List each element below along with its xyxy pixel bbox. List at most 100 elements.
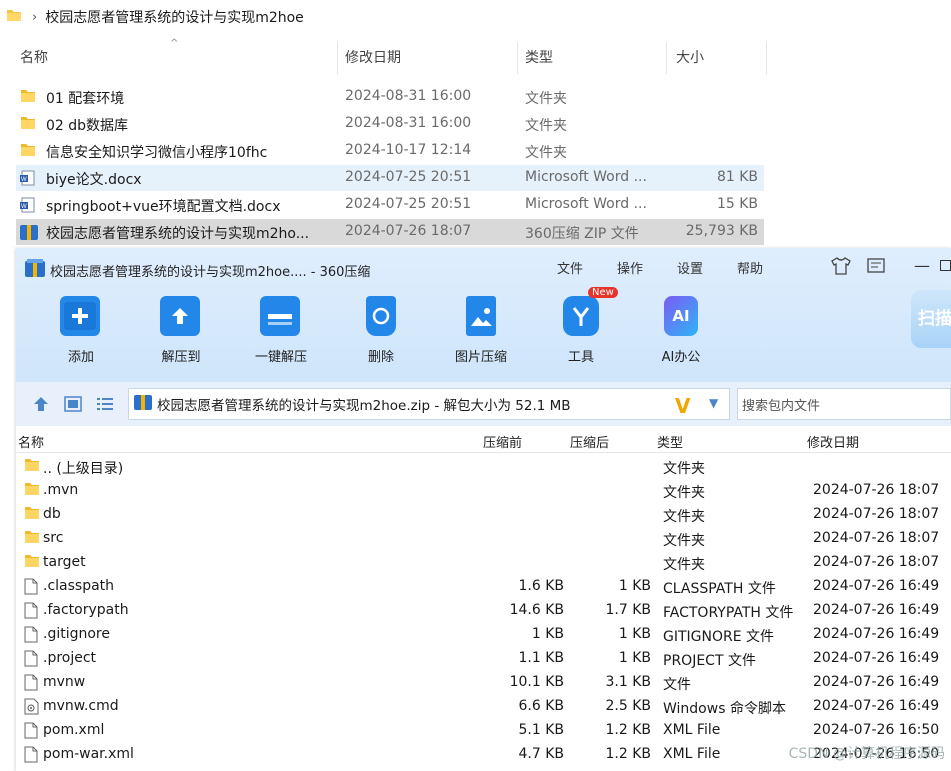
column-header-type[interactable]: 类型	[525, 40, 553, 74]
compressed-after: 1 KB	[618, 578, 651, 594]
address-bar: 校园志愿者管理系统的设计与实现m2hoe.zip - 解包大小为 52.1 MB…	[16, 382, 951, 426]
compressed-before: 4.7 KB	[518, 746, 565, 762]
file-row[interactable]: 02 db数据库 2024-08-31 16:00 文件夹	[16, 111, 764, 137]
archive-row[interactable]: .project 1.1 KB 1 KB PROJECT 文件 2024-07-26 1…	[16, 647, 951, 671]
file-icon	[24, 602, 38, 623]
file-name: biye论文.docx	[46, 172, 142, 188]
column-divider[interactable]	[517, 42, 518, 74]
dropdown-arrow-icon[interactable]: ▼	[709, 396, 718, 410]
archive-row[interactable]: .gitignore 1 KB 1 KB GITIGNORE 文件 2024-07-26…	[16, 623, 951, 647]
menu-file[interactable]: 文件	[557, 258, 583, 277]
zip-column-header-name[interactable]: 名称	[18, 432, 44, 452]
file-date: 2024-10-17 12:14	[345, 142, 472, 158]
file-type: 文件夹	[525, 118, 567, 134]
menu-settings[interactable]: 设置	[677, 258, 703, 277]
extract-to-icon	[160, 296, 200, 336]
archive-row[interactable]: src 文件夹 2024-07-26 18:07	[16, 527, 951, 551]
folder-icon	[24, 530, 40, 548]
file-row[interactable]: 校园志愿者管理系统的设计与实现m2ho... 2024-07-26 18:07 36…	[16, 219, 764, 245]
archive-item-date: 2024-07-26 18:07	[813, 554, 940, 570]
archive-item-type: XML File	[663, 746, 721, 762]
cmd-script-icon	[24, 698, 39, 719]
column-header-size[interactable]: 大小	[676, 40, 704, 74]
archive-row[interactable]: pom.xml 5.1 KB 1.2 KB XML File 2024-07-26 16…	[16, 719, 951, 743]
file-type: 文件夹	[525, 145, 567, 161]
file-row[interactable]: 信息安全知识学习微信小程序10fhc 2024-10-17 12:14 文件夹	[16, 138, 764, 164]
compressed-before: 6.6 KB	[518, 698, 565, 714]
archive-path-field[interactable]: 校园志愿者管理系统的设计与实现m2hoe.zip - 解包大小为 52.1 MB…	[128, 388, 730, 420]
folder-icon	[20, 116, 36, 134]
file-row[interactable]: Wspringboot+vue环境配置文档.docx 2024-07-25 20:…	[16, 192, 764, 218]
zip-header: 校园志愿者管理系统的设计与实现m2hoe.... - 360压缩 文件 操作 设…	[16, 248, 951, 382]
archive-item-type: 文件夹	[663, 485, 705, 501]
minimize-icon[interactable]: —	[914, 256, 930, 275]
column-divider[interactable]	[666, 42, 667, 74]
archive-row[interactable]: .classpath 1.6 KB 1 KB CLASSPATH 文件 2024-07-…	[16, 575, 951, 599]
v-logo-icon[interactable]: V	[675, 394, 690, 418]
archive-row[interactable]: .factorypath 14.6 KB 1.7 KB FACTORYPATH 文件 2…	[16, 599, 951, 623]
watermark: CSDN @计算机程序源码	[788, 746, 945, 762]
word-doc-icon: W	[20, 197, 36, 217]
column-header-date[interactable]: 修改日期	[345, 40, 401, 74]
folder-icon	[24, 458, 40, 476]
toolbar-add-label: 添加	[67, 350, 94, 365]
archive-item-type: XML File	[663, 722, 721, 738]
archive-row[interactable]: db 文件夹 2024-07-26 18:07	[16, 503, 951, 527]
compressed-after: 3.1 KB	[605, 674, 652, 690]
archive-row[interactable]: target 文件夹 2024-07-26 18:07	[16, 551, 951, 575]
compressed-before: 1 KB	[531, 626, 564, 642]
scan-button[interactable]: 扫描	[911, 290, 951, 348]
up-arrow-icon[interactable]	[32, 395, 50, 417]
toolbar-tools-label: 工具	[567, 350, 594, 365]
file-row[interactable]: 01 配套环境 2024-08-31 16:00 文件夹	[16, 84, 764, 110]
compressed-after: 2.5 KB	[605, 698, 652, 714]
skin-icon[interactable]	[831, 257, 851, 279]
chevron-right-icon[interactable]: ›	[32, 10, 37, 25]
zip-column-header-date[interactable]: 修改日期	[807, 432, 859, 452]
toolbar-one-click-extract-label: 一键解压	[254, 350, 307, 365]
tools-icon	[563, 296, 599, 336]
column-divider[interactable]	[766, 42, 767, 74]
file-type: Microsoft Word ...	[525, 196, 647, 212]
file-row[interactable]: Wbiye论文.docx 2024-07-25 20:51 Microsoft Wo…	[16, 165, 764, 191]
delete-icon	[366, 296, 396, 336]
archive-item-type: PROJECT 文件	[663, 653, 756, 669]
maximize-icon[interactable]	[940, 260, 951, 271]
folder-icon	[20, 143, 36, 161]
zip-window-title: 校园志愿者管理系统的设计与实现m2hoe.... - 360压缩	[50, 265, 371, 280]
zip-column-header-type[interactable]: 类型	[657, 432, 683, 452]
column-divider[interactable]	[337, 42, 338, 74]
archive-item-name: .classpath	[43, 578, 115, 594]
archive-item-type: GITIGNORE 文件	[663, 629, 775, 645]
archive-item-type: Windows 命令脚本	[663, 701, 786, 717]
archive-item-name: pom.xml	[43, 722, 105, 738]
archive-item-name: mvnw.cmd	[43, 698, 119, 714]
column-header-name[interactable]: 名称	[20, 40, 48, 74]
list-view-icon[interactable]	[96, 396, 114, 416]
compressed-after: 1.7 KB	[605, 602, 652, 618]
archive-item-date: 2024-07-26 16:49	[813, 674, 940, 690]
file-date: 2024-07-26 18:07	[345, 223, 472, 239]
thumbnail-view-icon[interactable]	[64, 396, 82, 416]
archive-item-date: 2024-07-26 16:49	[813, 602, 940, 618]
archive-row[interactable]: mvnw.cmd 6.6 KB 2.5 KB Windows 命令脚本 2024-07-…	[16, 695, 951, 719]
menu-operation[interactable]: 操作	[617, 258, 643, 277]
menu-help[interactable]: 帮助	[737, 258, 763, 277]
archive-row[interactable]: mvnw 10.1 KB 3.1 KB 文件 2024-07-26 16:49	[16, 671, 951, 695]
feedback-icon[interactable]	[867, 258, 885, 278]
archive-row[interactable]: .. (上级目录) 文件夹	[16, 455, 951, 479]
breadcrumb-path[interactable]: 校园志愿者管理系统的设计与实现m2hoe	[45, 7, 304, 27]
zip-column-header-before[interactable]: 压缩前	[483, 432, 522, 452]
compressed-after: 1 KB	[618, 650, 651, 666]
file-size: 81 KB	[716, 169, 758, 185]
archive-search-input[interactable]: 搜索包内文件	[737, 388, 951, 420]
zip-column-header-after[interactable]: 压缩后	[570, 432, 609, 452]
archive-item-date: 2024-07-26 16:49	[813, 650, 940, 666]
header-divider	[16, 452, 951, 453]
archive-item-date: 2024-07-26 18:07	[813, 530, 940, 546]
archive-item-name: pom-war.xml	[43, 746, 134, 762]
file-name: 02 db数据库	[46, 118, 129, 134]
archive-item-name: .. (上级目录)	[43, 461, 124, 477]
compressed-after: 1.2 KB	[605, 746, 652, 762]
archive-row[interactable]: .mvn 文件夹 2024-07-26 18:07	[16, 479, 951, 503]
